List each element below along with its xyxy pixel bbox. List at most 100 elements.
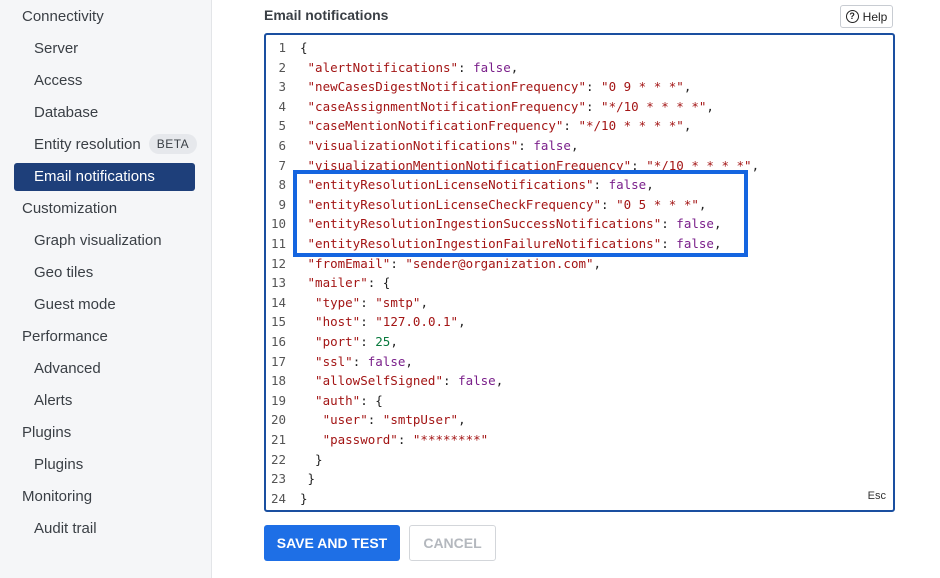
line-number: 22 [270, 451, 286, 467]
sidebar-item-label: Server [34, 40, 79, 57]
json-config-editor[interactable]: Esc 1{2 "alertNotifications": false, 3 "n… [264, 33, 895, 512]
help-button[interactable]: ? Help [840, 5, 893, 28]
line-number: 10 [270, 216, 286, 232]
code-token: : [352, 353, 368, 369]
code-token: "caseMentionNotificationFrequency" [300, 118, 564, 134]
sidebar-item-label: Graph visualization [34, 232, 162, 249]
code-text: { [300, 38, 308, 58]
code-token: : [443, 373, 459, 389]
esc-hint: Esc [867, 490, 886, 502]
line-number: 19 [270, 392, 286, 408]
sidebar-item-advanced[interactable]: Advanced [14, 355, 195, 383]
code-line: 20 "user": "smtpUser", [266, 410, 466, 430]
line-number: 17 [270, 353, 286, 369]
code-token: false [533, 138, 571, 153]
code-token: : [563, 118, 579, 134]
code-line: 13 "mailer": { [266, 273, 390, 293]
line-number: 15 [270, 314, 286, 330]
code-text: "auth": { [300, 391, 383, 411]
save-and-test-button[interactable]: SAVE AND TEST [264, 525, 400, 561]
code-line: 14 "type": "smtp", [266, 293, 428, 313]
highlight-box [293, 170, 748, 257]
code-token: "host" [300, 314, 361, 330]
code-line: 3 "newCasesDigestNotificationFrequency":… [266, 77, 691, 97]
code-line: 5 "caseMentionNotificationFrequency": "*… [266, 116, 691, 136]
sidebar-item-label: Performance [22, 328, 108, 345]
code-text: "user": "smtpUser", [300, 410, 466, 430]
line-number: 14 [270, 294, 286, 310]
line-number: 12 [270, 255, 286, 271]
code-line: 19 "auth": { [266, 391, 383, 411]
code-line: 15 "host": "127.0.0.1", [266, 312, 466, 332]
code-line: 17 "ssl": false, [266, 352, 413, 372]
sidebar-section-customization: Customization [14, 195, 195, 223]
sidebar-item-label: Customization [22, 200, 118, 217]
question-circle-icon: ? [845, 10, 859, 23]
code-text: "mailer": { [300, 273, 391, 293]
sidebar-section-connectivity: Connectivity [14, 3, 195, 31]
sidebar-item-audit-trail[interactable]: Audit trail [14, 515, 195, 543]
code-token: "127.0.0.1" [375, 314, 459, 330]
code-token: : { [367, 275, 391, 291]
code-token: , [510, 59, 519, 75]
code-text: "caseMentionNotificationFrequency": "*/1… [300, 116, 692, 136]
sidebar-item-label: Audit trail [34, 520, 97, 537]
code-token: "sender@organization.com" [405, 255, 594, 271]
line-number: 18 [270, 373, 286, 389]
code-token: : [458, 59, 474, 75]
line-number: 4 [278, 98, 286, 114]
code-token: : [360, 334, 376, 349]
settings-sidebar: Connectivity Server Access Database Entity r… [0, 0, 212, 578]
code-token: , [405, 353, 413, 369]
sidebar-item-label: Email notifications [34, 168, 155, 185]
code-text: "caseAssignmentNotificationFrequency": "… [300, 97, 714, 117]
code-text: "host": "127.0.0.1", [300, 312, 466, 332]
sidebar-item-email-notifications[interactable]: Email notifications [14, 163, 195, 191]
line-number: 6 [278, 138, 286, 153]
code-token: , [593, 255, 602, 271]
sidebar-item-geo-tiles[interactable]: Geo tiles [14, 259, 195, 287]
code-token: "auth" [300, 392, 361, 408]
code-line: 24} [266, 489, 308, 509]
sidebar-item-label: Guest mode [34, 296, 116, 313]
code-token: , [570, 138, 579, 153]
help-label: Help [862, 9, 888, 24]
sidebar-item-server[interactable]: Server [14, 35, 195, 63]
sidebar-item-alerts[interactable]: Alerts [14, 387, 195, 415]
code-token: "user" [300, 412, 368, 428]
code-token: "allowSelfSigned" [300, 373, 443, 389]
code-token: } [300, 451, 323, 467]
code-token: "newCasesDigestNotificationFrequency" [300, 79, 586, 95]
sidebar-item-graph-visualization[interactable]: Graph visualization [14, 227, 195, 255]
sidebar-item-entity-resolution[interactable]: Entity resolution BETA [14, 131, 198, 159]
sidebar-item-guest-mode[interactable]: Guest mode [14, 291, 195, 319]
code-text: "newCasesDigestNotificationFrequency": "… [300, 77, 692, 97]
line-number: 7 [278, 157, 286, 173]
line-number: 24 [270, 490, 286, 506]
code-token: "password" [300, 432, 398, 447]
line-number: 16 [270, 334, 286, 349]
code-token: , [706, 98, 714, 114]
code-token: false [473, 59, 511, 75]
sidebar-item-access[interactable]: Access [14, 67, 195, 95]
code-token: , [458, 412, 466, 428]
code-token: : { [360, 392, 383, 408]
code-token: , [495, 373, 504, 389]
cancel-button[interactable]: CANCEL [409, 525, 496, 561]
code-token: , [458, 314, 466, 330]
code-token: "alertNotifications" [300, 59, 459, 75]
page-title: Email notifications [264, 7, 389, 23]
sidebar-item-plugins[interactable]: Plugins [14, 451, 195, 479]
code-token: "ssl" [300, 353, 353, 369]
code-text: "visualizationNotifications": false, [300, 136, 579, 156]
sidebar-item-label: Monitoring [22, 488, 93, 505]
code-line: 23 } [266, 469, 315, 489]
sidebar-item-label: Connectivity [22, 8, 104, 25]
code-line: 22 } [266, 450, 323, 470]
code-token: , [683, 79, 692, 95]
code-token: "*/10 * * * *" [578, 118, 684, 134]
code-text: "alertNotifications": false, [300, 58, 519, 78]
code-token: 25 [375, 334, 391, 349]
code-line: 6 "visualizationNotifications": false, [266, 136, 578, 156]
sidebar-item-database[interactable]: Database [14, 99, 195, 127]
